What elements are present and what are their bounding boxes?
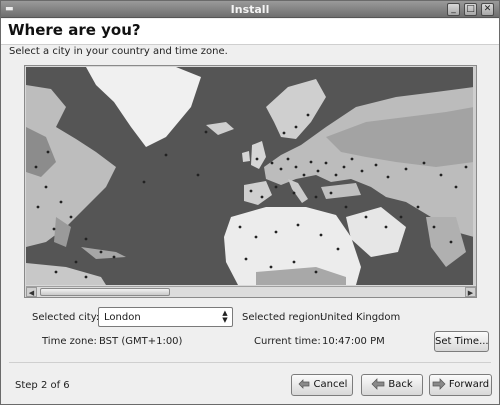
current-time-label: Current time: [254, 336, 321, 347]
title-bar[interactable]: ▬ Install _ □ ✕ [1, 1, 499, 18]
map-horizontal-scrollbar[interactable]: ◀ ▶ [26, 286, 476, 297]
current-time-value: 10:47:00 PM [322, 336, 385, 347]
scroll-thumb[interactable] [40, 288, 170, 296]
footer-separator [9, 362, 491, 363]
cancel-label: Cancel [313, 379, 348, 390]
instruction-text: Select a city in your country and time z… [9, 46, 228, 57]
timezone-map[interactable] [26, 67, 474, 285]
world-map-graphic [26, 67, 474, 285]
close-button[interactable]: ✕ [481, 3, 494, 16]
scroll-right-arrow-icon[interactable]: ▶ [465, 287, 476, 297]
installer-window: ▬ Install _ □ ✕ Where are you? Select a … [0, 0, 500, 405]
window-title: Install [230, 3, 270, 16]
selected-city-combo[interactable]: London ▲ ▼ [98, 307, 233, 327]
minimize-button[interactable]: _ [447, 3, 460, 16]
scroll-left-arrow-icon[interactable]: ◀ [26, 287, 37, 297]
back-arrow-icon [371, 378, 385, 390]
selected-region-value: United Kingdom [320, 312, 401, 323]
page-title: Where are you? [8, 21, 141, 39]
map-vertical-scrollbar[interactable] [473, 66, 476, 285]
combo-updown-icon: ▲ ▼ [222, 309, 228, 324]
set-time-label: Set Time... [435, 336, 489, 347]
cancel-icon [298, 379, 309, 389]
timezone-map-frame: ◀ ▶ [24, 65, 477, 298]
time-zone-label: Time zone: [42, 336, 97, 347]
selected-city-label: Selected city: [32, 312, 100, 323]
forward-arrow-icon [432, 378, 446, 390]
page-header: Where are you? [1, 19, 499, 45]
cancel-button[interactable]: Cancel [291, 374, 353, 396]
time-zone-value: BST (GMT+1:00) [99, 336, 183, 347]
back-button[interactable]: Back [361, 374, 423, 396]
set-time-button[interactable]: Set Time... [434, 331, 489, 352]
step-indicator: Step 2 of 6 [15, 380, 70, 391]
forward-label: Forward [448, 379, 490, 390]
back-label: Back [388, 379, 413, 390]
selected-city-value: London [104, 312, 141, 323]
forward-button[interactable]: Forward [429, 374, 492, 396]
maximize-button[interactable]: □ [464, 3, 477, 16]
selected-region-label: Selected region: [242, 312, 324, 323]
